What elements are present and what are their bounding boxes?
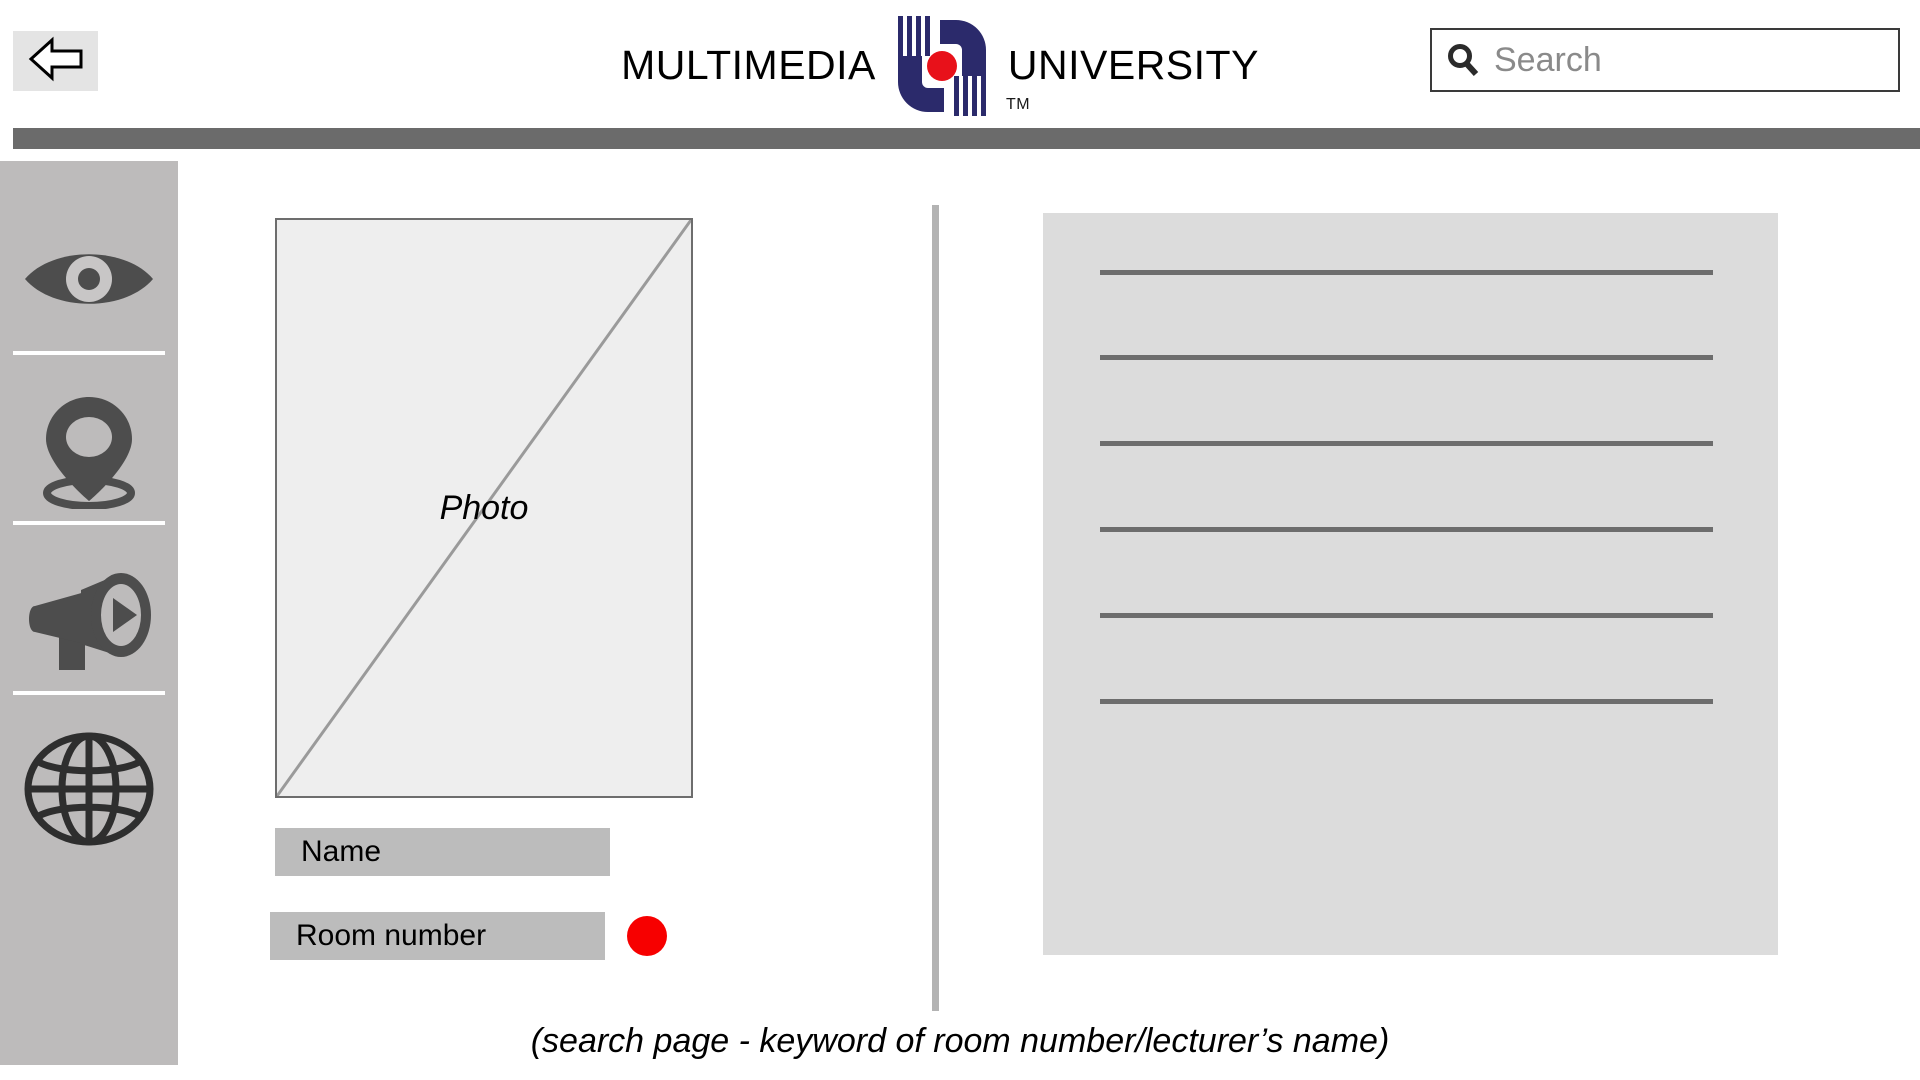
name-field-label: Name <box>301 835 382 868</box>
sidebar-separator <box>13 351 165 355</box>
brand-word-multimedia: MULTIMEDIA <box>621 42 876 88</box>
detail-line <box>1100 270 1713 275</box>
content-vertical-divider <box>932 205 939 1011</box>
detail-line <box>1100 527 1713 532</box>
brand-logo: MULTIMEDIA UNIVERSITY <box>621 8 1258 123</box>
red-dot-icon <box>627 916 667 956</box>
back-button[interactable] <box>13 31 98 91</box>
globe-icon <box>21 730 157 853</box>
room-number-field[interactable]: Room number <box>270 912 605 960</box>
sidebar-separator <box>13 691 165 695</box>
back-arrow-icon <box>28 36 84 87</box>
page-header: MULTIMEDIA UNIVERSITY TM Search <box>0 0 1920 149</box>
header-divider-bar <box>13 128 1920 149</box>
detail-panel <box>1043 213 1778 955</box>
sidebar-item-location[interactable] <box>0 371 178 531</box>
page-caption: (search page - keyword of room number/le… <box>530 1022 1390 1060</box>
left-sidebar <box>0 161 178 1065</box>
eye-icon <box>21 244 157 319</box>
megaphone-icon <box>21 564 157 679</box>
detail-line <box>1100 441 1713 446</box>
name-field-row: Name <box>275 828 610 876</box>
search-input[interactable]: Search <box>1430 28 1900 92</box>
search-placeholder-text: Search <box>1494 41 1602 79</box>
detail-line <box>1100 613 1713 618</box>
sidebar-item-view[interactable] <box>0 201 178 361</box>
search-icon <box>1432 42 1494 78</box>
room-number-field-label: Room number <box>296 919 487 952</box>
photo-label: Photo <box>439 488 529 527</box>
brand-word-university: UNIVERSITY <box>1007 42 1259 88</box>
detail-line <box>1100 355 1713 360</box>
sidebar-item-web[interactable] <box>0 711 178 871</box>
map-pin-icon <box>29 389 149 514</box>
sidebar-separator <box>13 521 165 525</box>
name-field[interactable]: Name <box>275 828 610 876</box>
sidebar-item-announcements[interactable] <box>0 541 178 701</box>
detail-line <box>1100 699 1713 704</box>
mmu-logo-icon <box>888 10 996 122</box>
trademark-mark: TM <box>1006 96 1031 113</box>
room-number-field-row: Room number <box>270 912 667 960</box>
photo-placeholder[interactable]: Photo <box>275 218 693 798</box>
